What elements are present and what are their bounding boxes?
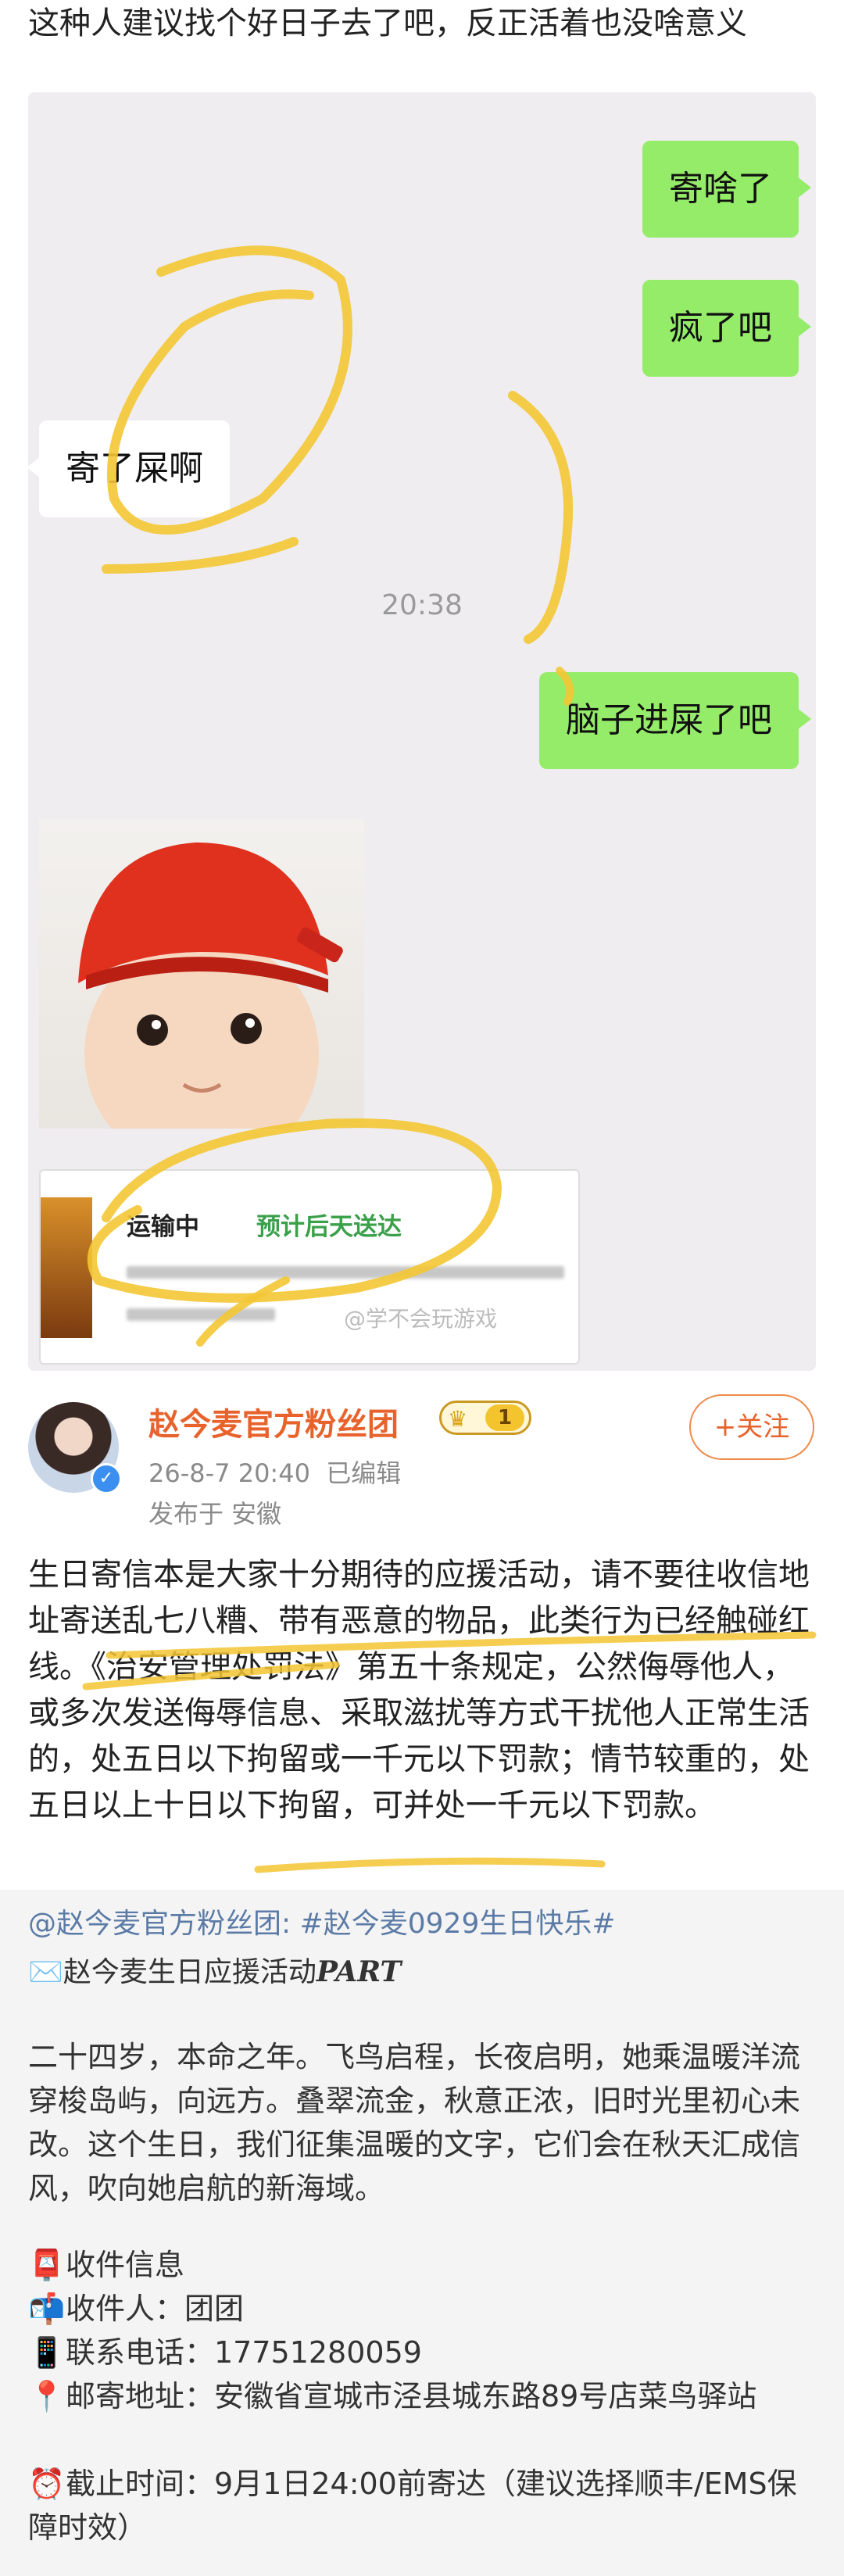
campaign-intro: 二十四岁，本命之年。飞鸟启程，长夜启明，她乘温暖洋流穿梭岛屿，向远方。叠翠流金，… bbox=[28, 2040, 801, 2206]
package-thumbnail bbox=[41, 1197, 92, 1338]
crown-icon: ♛ bbox=[448, 1406, 468, 1432]
shipping-eta: 预计后天送达 bbox=[256, 1213, 402, 1241]
pin-icon: 📍 bbox=[28, 2379, 66, 2413]
post-body-text: 生日寄信本是大家十分期待的应援活动，请不要往收信地址寄送乱七八糟、带有恶意的物品… bbox=[28, 1557, 810, 1823]
info-row-recipient-header: 📮收件信息 bbox=[28, 2243, 817, 2287]
author-name[interactable]: 赵今麦官方粉丝团 bbox=[148, 1399, 399, 1444]
info-row-address: 📍邮寄地址：安徽省宣城市泾县城东路89号店菜鸟驿站 bbox=[28, 2374, 817, 2418]
blurred-address bbox=[127, 1266, 564, 1279]
top-comment-text: 这种人建议找个好日子去了吧，反正活着也没啥意义 bbox=[28, 5, 747, 41]
shipping-status: 运输中 bbox=[127, 1213, 199, 1241]
fan-level-number: 1 bbox=[485, 1404, 524, 1431]
watermark: @学不会玩游戏 bbox=[344, 1306, 498, 1332]
verified-badge-icon: ✓ bbox=[91, 1463, 122, 1494]
info-row-deadline: ⏰截止时间：9月1日24:00前寄达（建议选择顺丰/EMS保障时效） bbox=[28, 2462, 817, 2549]
mailbox-icon: 📬 bbox=[28, 2292, 66, 2326]
chat-bubble-sent: 脑子进屎了吧 bbox=[539, 672, 811, 769]
chat-bubble-sent: 疯了吧 bbox=[642, 280, 811, 377]
post-location: 发布于 安徽 bbox=[148, 1499, 282, 1529]
phone-icon: 📱 bbox=[28, 2335, 66, 2370]
topic-tags[interactable]: @赵今麦官方粉丝团: #赵今麦0929生日快乐# bbox=[28, 1901, 616, 1941]
follow-button[interactable]: +关注 bbox=[689, 1394, 814, 1460]
campaign-title: ✉️赵今麦生日应援活动PART bbox=[28, 1955, 402, 1988]
chat-screenshot: 寄啥了 疯了吧 寄了屎啊 20:38 脑子进屎了吧 运输中 预计后天送达 @学不… bbox=[28, 92, 816, 1371]
chat-timestamp: 20:38 bbox=[381, 589, 463, 621]
info-row-recipient: 📬收件人：团团 bbox=[28, 2287, 817, 2331]
blurred-detail bbox=[127, 1308, 275, 1321]
fan-level-badge: ♛ 1 bbox=[439, 1401, 531, 1435]
postbox-icon: 📮 bbox=[28, 2248, 66, 2282]
shipping-status-card: 运输中 预计后天送达 bbox=[39, 1169, 580, 1365]
chat-bubble-sent: 寄啥了 bbox=[642, 141, 811, 238]
edited-label: 已编辑 bbox=[326, 1458, 402, 1488]
post-date: 26-8-7 20:40 bbox=[148, 1458, 310, 1488]
baby-sticker-image bbox=[39, 819, 364, 1129]
chat-bubble-received: 寄了屎啊 bbox=[28, 420, 230, 517]
post-meta: 26-8-7 20:40 已编辑 bbox=[148, 1454, 401, 1490]
info-row-phone: 📱联系电话：17751280059 bbox=[28, 2331, 817, 2374]
alarm-clock-icon: ⏰ bbox=[28, 2467, 66, 2501]
